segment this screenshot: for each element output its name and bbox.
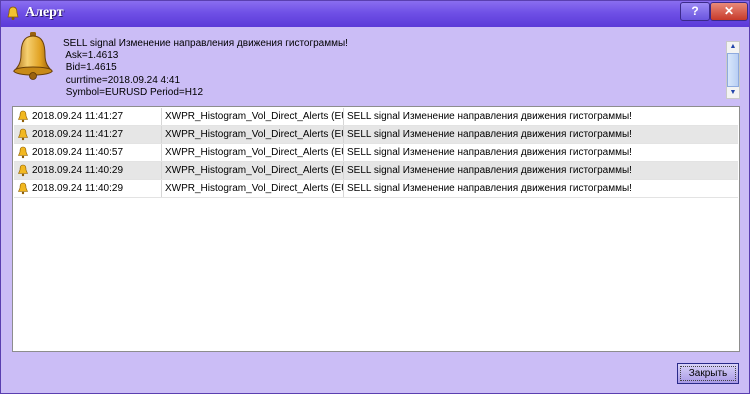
alert-source: XWPR_Histogram_Vol_Direct_Alerts (EU... xyxy=(161,162,343,179)
alert-time: 2018.09.24 11:41:27 xyxy=(32,129,124,140)
close-button[interactable]: Закрыть xyxy=(677,363,739,384)
alert-source: XWPR_Histogram_Vol_Direct_Alerts (EU... xyxy=(161,180,343,197)
alert-time: 2018.09.24 11:40:29 xyxy=(32,183,124,194)
message-scrollbar[interactable]: ▲ ▼ xyxy=(726,41,740,99)
alert-message: SELL signal Изменение направления движен… xyxy=(343,144,737,161)
table-row[interactable]: 2018.09.24 11:40:29 XWPR_Histogram_Vol_D… xyxy=(14,162,738,180)
message-line: SELL signal Изменение направления движен… xyxy=(63,38,348,49)
bell-icon xyxy=(18,128,28,141)
alert-time: 2018.09.24 11:41:27 xyxy=(32,111,124,122)
alert-message-text: SELL signal Изменение направления движен… xyxy=(63,38,731,100)
alerts-list[interactable]: 2018.09.24 11:41:27 XWPR_Histogram_Vol_D… xyxy=(12,106,740,352)
alert-time: 2018.09.24 11:40:57 xyxy=(32,147,124,158)
alert-window: Алерт ? ✕ SELL signal Изменение направле… xyxy=(0,0,750,394)
bell-icon xyxy=(18,164,28,177)
bell-icon xyxy=(18,110,28,123)
bell-icon xyxy=(18,182,28,195)
alert-time: 2018.09.24 11:40:29 xyxy=(32,165,124,176)
alert-message: SELL signal Изменение направления движен… xyxy=(343,180,737,197)
scroll-down-icon[interactable]: ▼ xyxy=(727,88,739,98)
table-row[interactable]: 2018.09.24 11:40:29 XWPR_Histogram_Vol_D… xyxy=(14,180,738,198)
client-area: SELL signal Изменение направления движен… xyxy=(7,29,745,391)
alert-source: XWPR_Histogram_Vol_Direct_Alerts (EU... xyxy=(161,126,343,143)
help-button[interactable]: ? xyxy=(680,2,710,21)
table-row[interactable]: 2018.09.24 11:40:57 XWPR_Histogram_Vol_D… xyxy=(14,144,738,162)
bell-icon xyxy=(18,146,28,159)
alert-app-icon xyxy=(7,6,19,20)
alert-message: SELL signal Изменение направления движен… xyxy=(343,108,737,125)
table-row[interactable]: 2018.09.24 11:41:27 XWPR_Histogram_Vol_D… xyxy=(14,126,738,144)
message-line: Ask=1.4613 xyxy=(63,50,119,62)
table-row[interactable]: 2018.09.24 11:41:27 XWPR_Histogram_Vol_D… xyxy=(14,108,738,126)
message-line: Bid=1.4615 xyxy=(63,62,117,74)
scrollbar-thumb[interactable] xyxy=(727,53,739,87)
scroll-up-icon[interactable]: ▲ xyxy=(727,42,739,52)
alert-source: XWPR_Histogram_Vol_Direct_Alerts (EU... xyxy=(161,144,343,161)
alert-message: SELL signal Изменение направления движен… xyxy=(343,162,737,179)
message-line: Symbol=EURUSD Period=H12 xyxy=(63,86,204,98)
close-window-button[interactable]: ✕ xyxy=(710,2,748,21)
title-bar[interactable]: Алерт ? ✕ xyxy=(1,1,749,27)
window-title: Алерт xyxy=(25,5,64,20)
alert-source: XWPR_Histogram_Vol_Direct_Alerts (EU... xyxy=(161,108,343,125)
bell-icon xyxy=(12,32,54,80)
alert-message: SELL signal Изменение направления движен… xyxy=(343,126,737,143)
message-line: currtime=2018.09.24 4:41 xyxy=(63,74,181,86)
